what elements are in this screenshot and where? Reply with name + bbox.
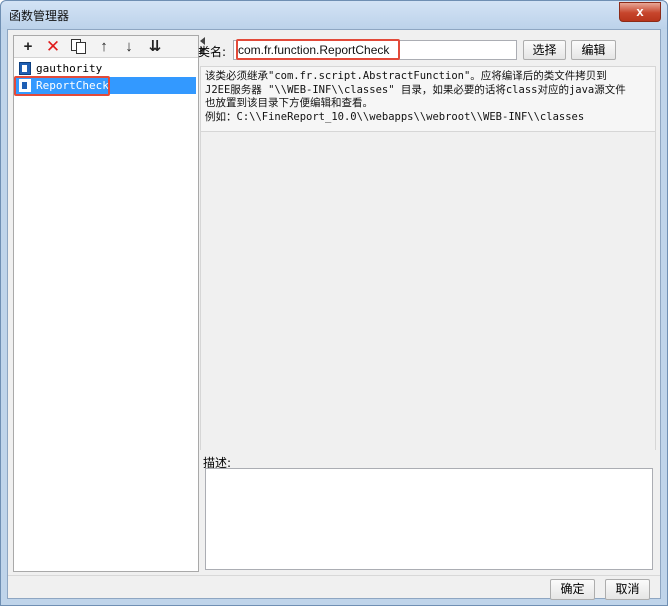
close-icon: x <box>636 4 644 19</box>
description-textarea[interactable] <box>205 468 653 570</box>
close-button[interactable]: x <box>619 2 661 22</box>
function-file-icon <box>19 62 31 75</box>
move-up-icon[interactable]: ↑ <box>94 38 114 56</box>
list-item-label: gauthority <box>36 62 103 75</box>
highlight-box <box>236 39 400 60</box>
info-line: 也放置到该目录下方便编辑和查看。 <box>205 97 373 109</box>
info-text: 该类必须继承"com.fr.script.AbstractFunction"。应… <box>200 66 656 132</box>
add-icon[interactable]: + <box>18 38 38 56</box>
info-line: J2EE服务器 "\\WEB-INF\\classes" 目录，如果必要的话将c… <box>205 83 626 96</box>
list-toolbar: + ✕ ↑ ↓ ⇊ <box>14 36 198 58</box>
window-title: 函数管理器 <box>9 9 70 23</box>
info-line: 例如：C:\\FineReport_10.0\\webapps\\webroot… <box>205 110 585 123</box>
highlight-box <box>14 76 110 96</box>
class-name-label: 类名: <box>198 45 227 59</box>
copy-icon[interactable] <box>70 39 88 55</box>
function-manager-dialog: 函数管理器 x + ✕ ↑ ↓ ⇊ gauthority ReportCheck… <box>0 0 668 606</box>
move-down-icon[interactable]: ↓ <box>119 38 139 56</box>
edit-button[interactable]: 编辑 <box>571 40 616 60</box>
list-item-gauthority[interactable]: gauthority <box>16 60 196 77</box>
info-line: 该类必须继承"com.fr.script.AbstractFunction"。应… <box>205 70 607 82</box>
dialog-body: + ✕ ↑ ↓ ⇊ gauthority ReportCheck 类名: com… <box>7 29 661 600</box>
delete-icon[interactable]: ✕ <box>43 38 63 56</box>
select-button[interactable]: 选择 <box>523 40 566 60</box>
footer-divider <box>8 575 660 576</box>
title-bar[interactable]: 函数管理器 x <box>1 1 667 29</box>
cancel-button[interactable]: 取消 <box>605 579 650 600</box>
sort-icon[interactable]: ⇊ <box>145 38 165 56</box>
function-list-panel: + ✕ ↑ ↓ ⇊ gauthority ReportCheck <box>13 35 199 572</box>
ok-button[interactable]: 确定 <box>550 579 595 600</box>
editor-area <box>200 132 656 450</box>
